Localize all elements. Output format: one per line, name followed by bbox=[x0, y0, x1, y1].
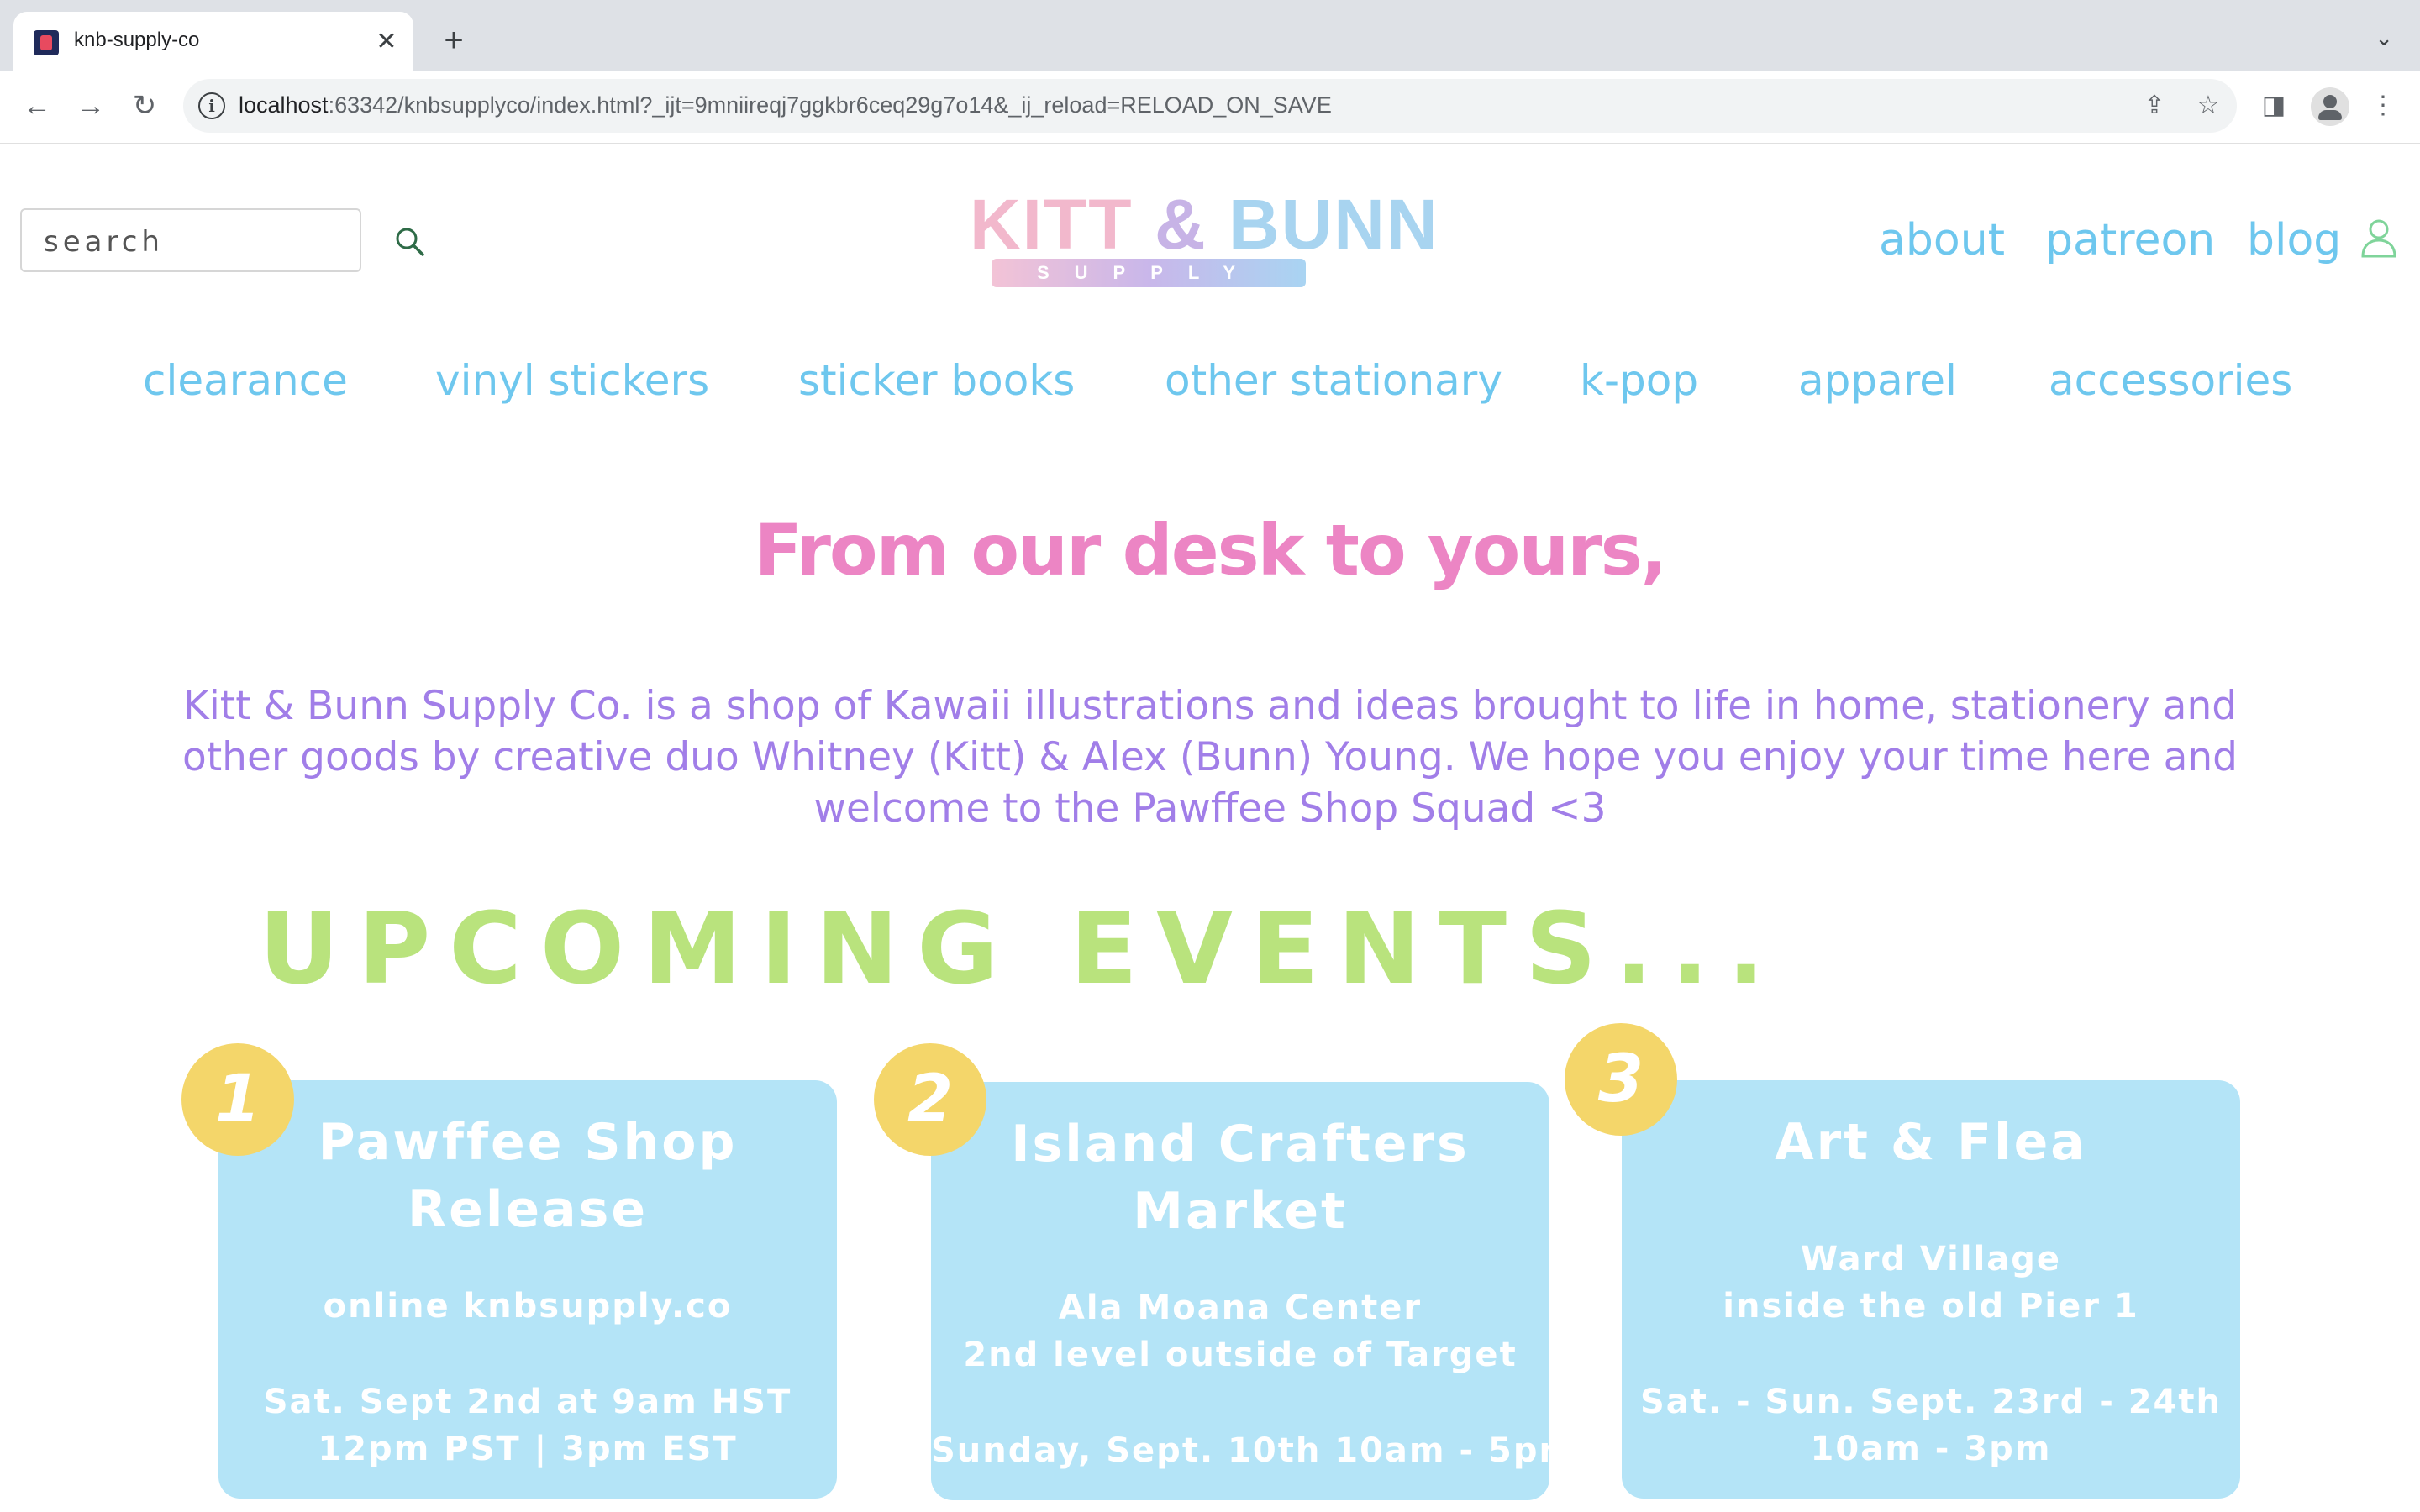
search-icon[interactable] bbox=[393, 225, 427, 259]
browser-tab-bar: knb-supply-co ✕ + ⌄ bbox=[0, 0, 2420, 71]
nav-link-about[interactable]: about bbox=[1879, 215, 2005, 265]
category-apparel[interactable]: apparel bbox=[1798, 356, 1957, 405]
hero-title: From our desk to yours, bbox=[754, 509, 1667, 591]
event-time: 10am - 3pm bbox=[1810, 1430, 2052, 1468]
url-host: localhost bbox=[239, 92, 329, 118]
event-card-1[interactable]: Pawffee Shop Release online knbsupply.co… bbox=[218, 1080, 837, 1499]
event-date: Sat. Sept 2nd at 9am HST bbox=[263, 1383, 792, 1421]
event-card-3[interactable]: Art & Flea Ward Village inside the old P… bbox=[1622, 1080, 2240, 1499]
address-bar[interactable]: i localhost:63342/knbsupplyco/index.html… bbox=[183, 79, 2237, 133]
logo-kitt: KITT bbox=[970, 185, 1134, 264]
category-sticker-books[interactable]: sticker books bbox=[798, 356, 1075, 405]
event-location: Ala Moana Center bbox=[1058, 1289, 1423, 1327]
profile-avatar-icon[interactable] bbox=[2311, 87, 2349, 126]
tab-title: knb-supply-co bbox=[74, 29, 200, 51]
nav-link-blog[interactable]: blog bbox=[2247, 215, 2341, 265]
event-title-line: Island Crafters bbox=[1011, 1115, 1470, 1173]
logo-bunn: BUNN bbox=[1228, 185, 1439, 264]
event-title: Pawffee Shop Release bbox=[218, 1109, 837, 1243]
event-title-line: Pawffee Shop bbox=[318, 1113, 738, 1172]
side-panel-icon[interactable]: ◨ bbox=[2257, 89, 2291, 123]
search-input[interactable]: search bbox=[20, 208, 361, 272]
address-url[interactable]: localhost:63342/knbsupplyco/index.html?_… bbox=[239, 92, 1332, 118]
category-other-stationary[interactable]: other stationary bbox=[1165, 356, 1502, 405]
share-icon[interactable]: ⇪ bbox=[2138, 89, 2171, 123]
close-tab-icon[interactable]: ✕ bbox=[371, 27, 402, 57]
nav-link-patreon[interactable]: patreon bbox=[2045, 215, 2215, 265]
browser-tab[interactable]: knb-supply-co ✕ bbox=[13, 12, 413, 71]
category-k-pop[interactable]: k-pop bbox=[1580, 356, 1698, 405]
account-user-icon[interactable] bbox=[2360, 217, 2398, 259]
event-location-detail: inside the old Pier 1 bbox=[1723, 1287, 2139, 1326]
event-title-line: Release bbox=[407, 1180, 649, 1239]
browser-toolbar: ← → ↻ i localhost:63342/knbsupplyco/inde… bbox=[0, 71, 2420, 144]
category-vinyl-stickers[interactable]: vinyl stickers bbox=[435, 356, 709, 405]
event-date: Sat. - Sun. Sept. 23rd - 24th bbox=[1639, 1383, 2222, 1421]
site-logo[interactable]: KITT & BUNN SUPPLY CO bbox=[970, 185, 1438, 312]
event-number-badge: 2 bbox=[874, 1043, 986, 1156]
event-number-badge: 3 bbox=[1565, 1023, 1677, 1136]
tab-search-chevron-icon[interactable]: ⌄ bbox=[2375, 25, 2393, 51]
logo-subtitle: SUPPLY CO bbox=[992, 259, 1306, 312]
site-info-icon[interactable]: i bbox=[198, 92, 225, 119]
url-path: :63342/knbsupplyco/index.html?_ijt=9mnii… bbox=[328, 92, 1332, 118]
event-title: Island Crafters Market bbox=[931, 1110, 1549, 1245]
event-title-line: Market bbox=[1133, 1182, 1348, 1241]
forward-arrow-icon[interactable]: → bbox=[72, 87, 109, 124]
browser-menu-icon[interactable]: ⋮ bbox=[2366, 89, 2400, 123]
event-title: Art & Flea bbox=[1622, 1109, 2240, 1176]
event-location-detail: 2nd level outside of Target bbox=[963, 1336, 1518, 1374]
site-favicon-icon bbox=[34, 30, 59, 55]
event-location: Ward Village bbox=[1800, 1240, 2062, 1278]
logo-amp: & bbox=[1154, 185, 1207, 264]
event-number-badge: 1 bbox=[182, 1043, 294, 1156]
event-time: 12pm PST | 3pm EST bbox=[318, 1430, 738, 1468]
event-card-2[interactable]: Island Crafters Market Ala Moana Center … bbox=[931, 1082, 1576, 1500]
logo-wordmark: KITT & BUNN bbox=[970, 185, 1438, 264]
back-arrow-icon[interactable]: ← bbox=[18, 87, 55, 124]
hero-description: Kitt & Bunn Supply Co. is a shop of Kawa… bbox=[182, 683, 2238, 832]
event-location: online knbsupply.co bbox=[323, 1287, 733, 1326]
event-title-line: Art & Flea bbox=[1775, 1113, 2087, 1172]
event-date: Sunday, Sept. 10th 10am - 5pm bbox=[931, 1431, 1576, 1470]
events-heading: UPCOMING EVENTS... bbox=[259, 890, 1784, 1006]
bookmark-star-icon[interactable]: ☆ bbox=[2191, 89, 2225, 123]
category-clearance[interactable]: clearance bbox=[143, 356, 348, 405]
reload-icon[interactable]: ↻ bbox=[126, 87, 163, 124]
new-tab-button[interactable]: + bbox=[437, 24, 471, 57]
category-accessories[interactable]: accessories bbox=[2049, 356, 2292, 405]
